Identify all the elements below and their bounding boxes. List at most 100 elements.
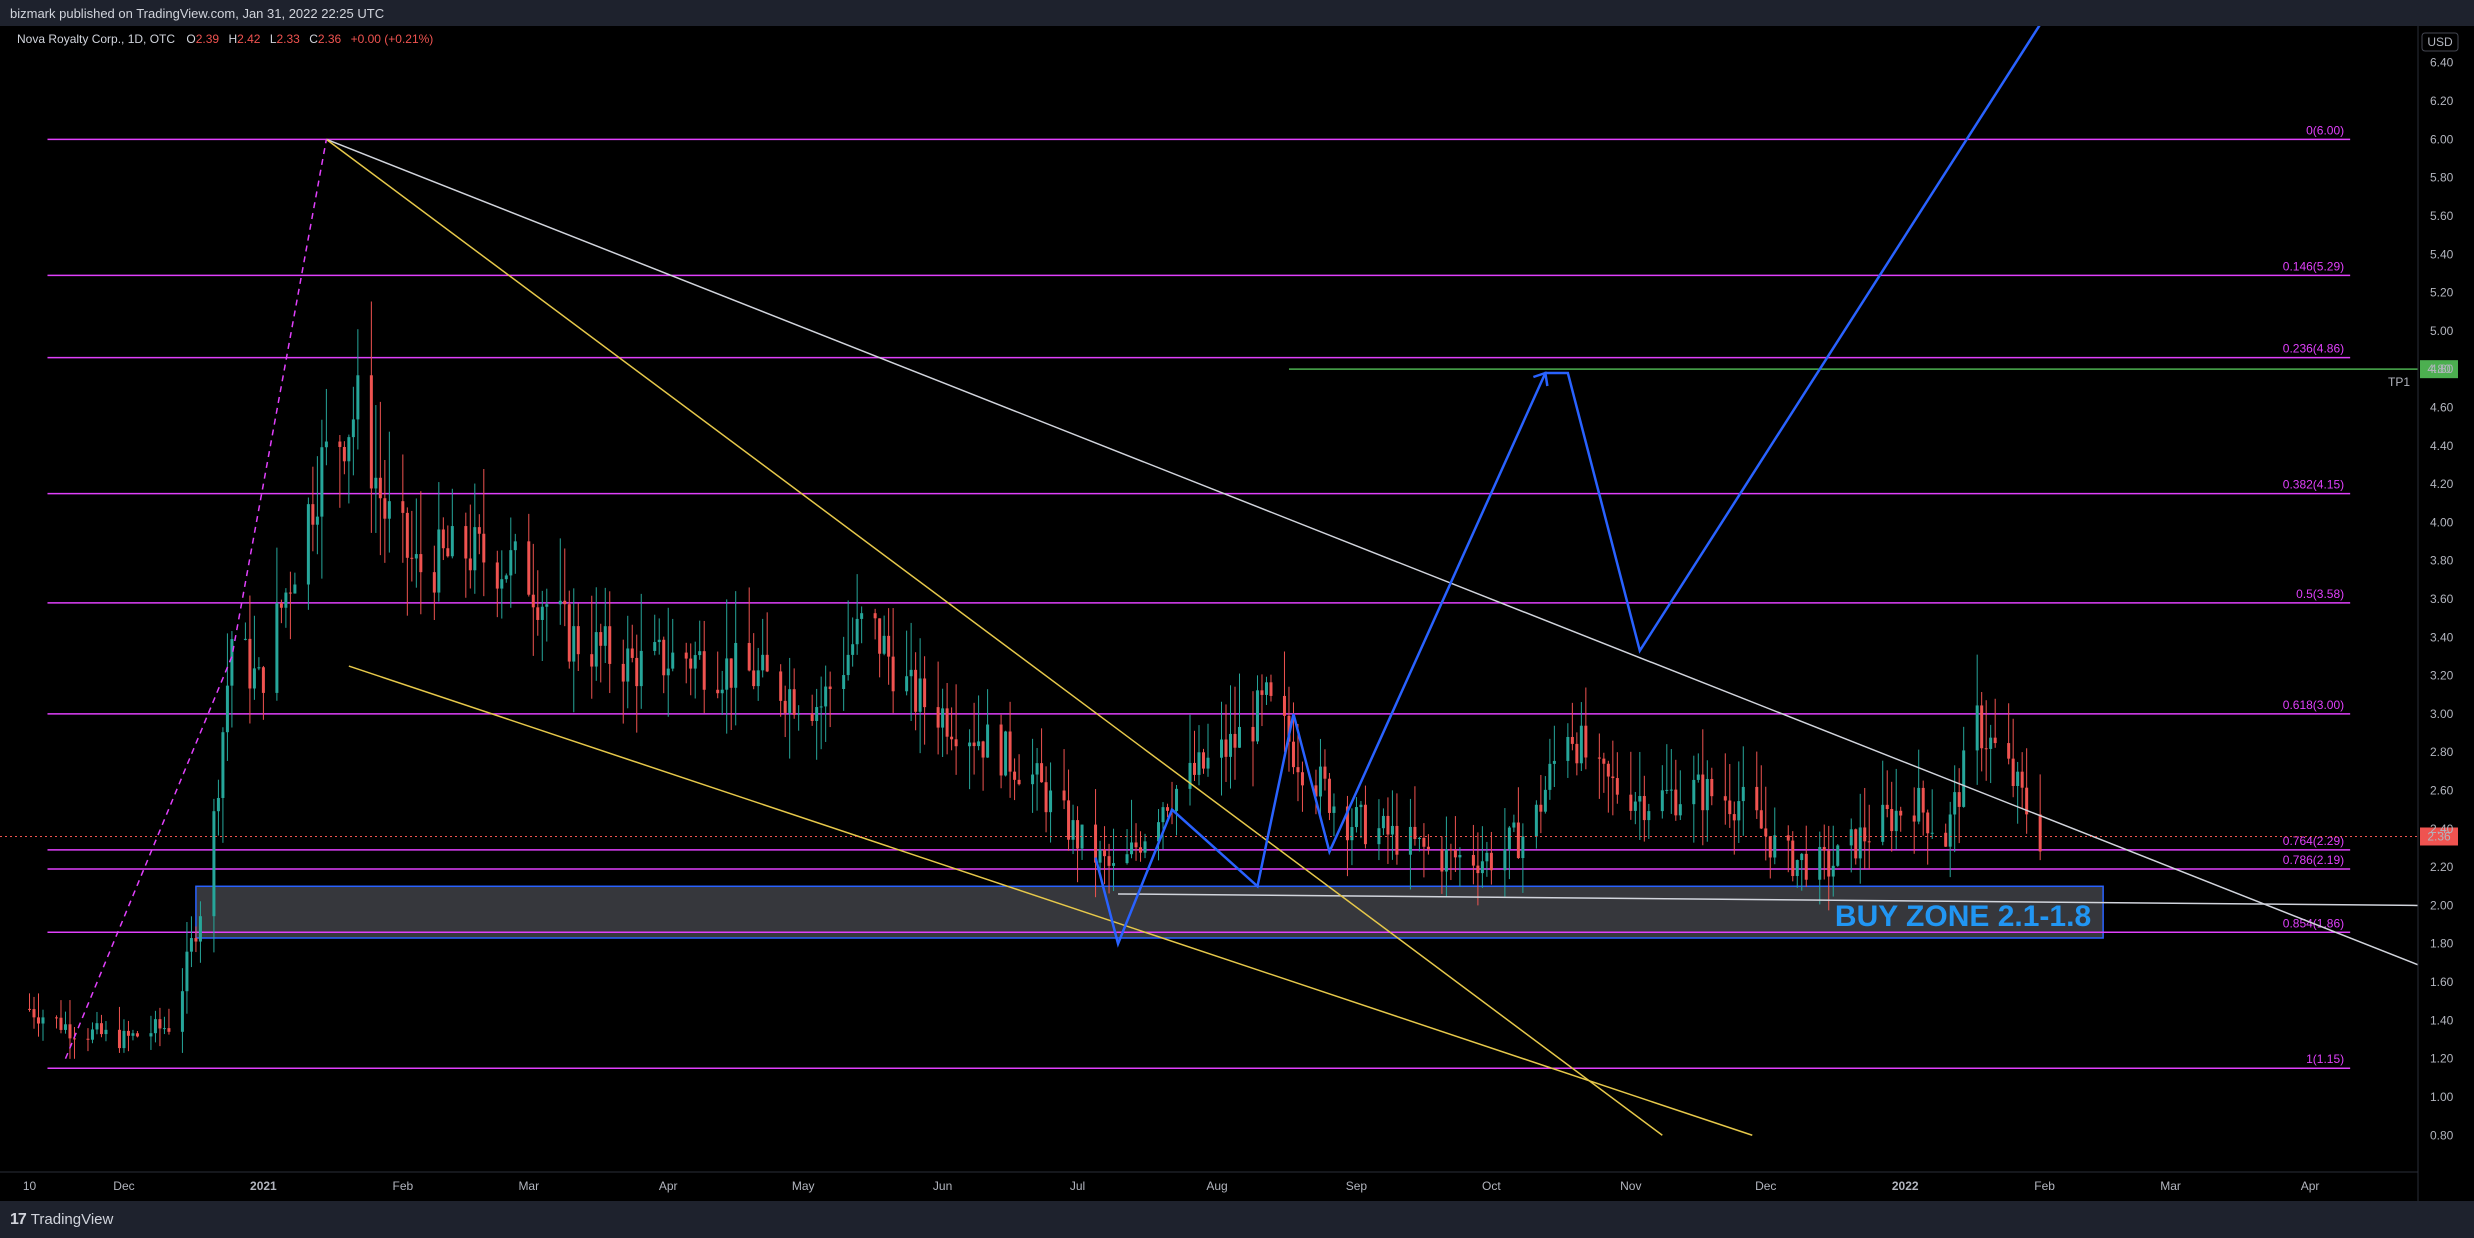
y-tick-label: 1.60 (2430, 975, 2454, 989)
candle-body (1327, 778, 1331, 813)
candle-body (378, 477, 382, 499)
candle-body (1503, 849, 1507, 871)
candle-body (1548, 763, 1552, 790)
y-tick-label: 3.00 (2430, 707, 2454, 721)
candle-body (1485, 852, 1489, 862)
candle-body (1489, 852, 1493, 871)
candle-body (891, 656, 895, 692)
candle-body (162, 1028, 166, 1030)
candle-body (1480, 861, 1484, 874)
legend-change: +0.00 (+0.21%) (351, 32, 434, 46)
candle-body (1040, 763, 1044, 783)
candle-body (257, 667, 261, 669)
candle-body (1390, 825, 1394, 835)
candle-body (981, 741, 985, 758)
candle-body (1417, 837, 1421, 840)
candle-body (32, 1009, 36, 1018)
candle-body (1804, 853, 1808, 880)
y-tick-label: 6.20 (2430, 94, 2454, 108)
x-tick-label: Jun (933, 1179, 952, 1193)
candle-body (567, 604, 571, 662)
candle-body (1732, 814, 1736, 821)
candle-body (1962, 750, 1966, 807)
candle-body (747, 642, 751, 671)
candle-body (1701, 774, 1705, 811)
fib-label: 0(6.00) (2306, 123, 2344, 137)
candle-body (1386, 815, 1390, 835)
candle-body (1004, 731, 1008, 776)
candle-body (189, 938, 193, 952)
candle-body (1773, 835, 1777, 858)
candle-body (999, 724, 1003, 776)
fib-label: 0.5(3.58) (2296, 587, 2344, 601)
candle-body (698, 651, 702, 656)
candle-body (1125, 854, 1129, 864)
candle-body (500, 579, 504, 589)
y-tick-label: 1.40 (2430, 1013, 2454, 1027)
candle-body (909, 669, 913, 677)
candle-body (1836, 845, 1840, 866)
candle-body (288, 592, 292, 594)
candle-body (1013, 771, 1017, 780)
candle-body (1975, 705, 1979, 751)
candle-body (311, 504, 315, 525)
y-tick-label: 4.80 (2430, 362, 2454, 376)
candle-body (572, 626, 576, 662)
trendline-white (326, 138, 2419, 966)
currency-badge[interactable]: USD (2421, 32, 2459, 52)
candle-body (54, 1017, 58, 1019)
candle-body (1377, 828, 1381, 845)
price-chart[interactable]: BUY ZONE 2.1-1.8 0(6.00) 0.146(5.29) 0.236… (0, 26, 2474, 1201)
candle-body (36, 1017, 40, 1024)
legend-c-label: C (309, 32, 318, 46)
candle-body (410, 557, 414, 559)
candle-body (1408, 826, 1412, 855)
candle-body (590, 654, 594, 667)
candle-body (954, 739, 958, 747)
candle-body (842, 675, 846, 690)
y-tick-label: 5.60 (2430, 209, 2454, 223)
candle-body (1737, 801, 1741, 821)
candle-body (1444, 849, 1448, 872)
currency-label: USD (2427, 35, 2453, 49)
tv-logo-icon: 17 (10, 1210, 27, 1228)
candle-body (860, 613, 864, 619)
fib-label: 0.786(2.19) (2283, 853, 2344, 867)
candle-body (405, 512, 409, 558)
candle-body (1161, 807, 1165, 823)
x-tick-label: Apr (659, 1179, 678, 1193)
x-tick-label: Jul (1070, 1179, 1085, 1193)
candle-body (216, 797, 220, 812)
candle-body (63, 1024, 67, 1030)
candle-body (1269, 682, 1273, 696)
y-tick-label: 3.80 (2430, 554, 2454, 568)
candle-body (464, 526, 468, 559)
candle-body (1233, 733, 1237, 748)
x-tick-label: Apr (2301, 1179, 2320, 1193)
candle-body (1291, 741, 1295, 768)
y-tick-label: 3.20 (2430, 669, 2454, 683)
candle-body (1112, 863, 1116, 866)
candle-body (68, 1024, 72, 1039)
candle-body (752, 670, 756, 687)
candle-body (2016, 771, 2020, 787)
candle-body (1426, 846, 1430, 850)
candle-body (212, 811, 216, 917)
candle-body (414, 554, 418, 559)
y-tick-label: 4.40 (2430, 439, 2454, 453)
y-tick-label: 0.80 (2430, 1128, 2454, 1142)
candle-body (1917, 787, 1921, 822)
y-tick-label: 5.40 (2430, 247, 2454, 261)
candle-body (1948, 814, 1952, 847)
candle-body (1521, 836, 1525, 859)
candle-body (1381, 815, 1385, 829)
candle-body (1741, 786, 1745, 802)
candle-body (1759, 810, 1763, 829)
tradingview-logo[interactable]: 17 TradingView (0, 1211, 113, 1229)
candle-body (828, 686, 832, 690)
candle-body (1049, 790, 1053, 813)
candle-body (662, 639, 666, 676)
candle-body (968, 742, 972, 747)
trendline-yellow (325, 138, 1663, 1136)
candle-body (689, 658, 693, 669)
